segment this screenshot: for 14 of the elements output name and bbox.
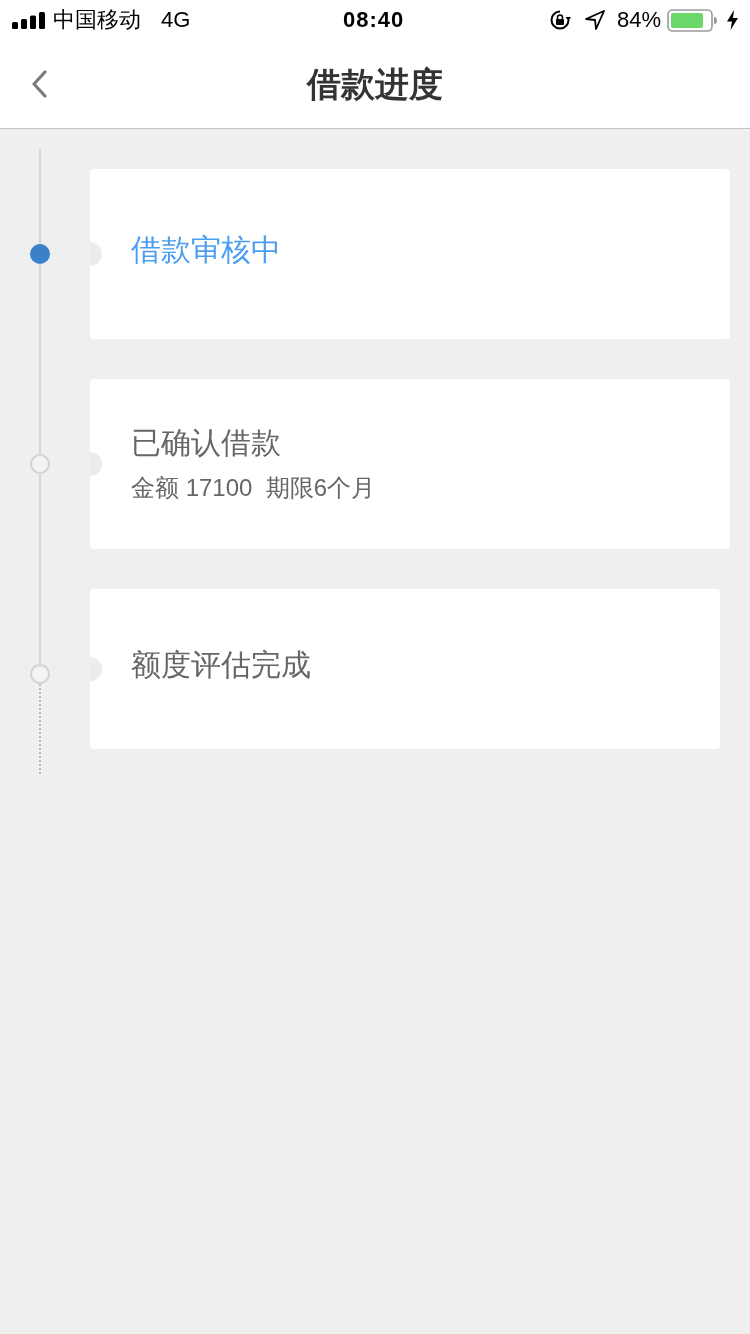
step-title: 借款审核中: [131, 232, 282, 268]
battery-icon: [667, 8, 717, 32]
status-time: 08:40: [343, 9, 405, 31]
step-detail: 金额 17100 期限6个月: [131, 473, 377, 503]
rotation-lock-icon: [548, 9, 571, 31]
battery-percent: 84%: [616, 9, 661, 31]
back-chevron-icon: [31, 70, 47, 98]
step-title: 额度评估完成: [131, 647, 312, 683]
network-type: 4G: [161, 9, 191, 31]
step-title: 已确认借款: [131, 425, 282, 461]
page-title: 借款进度: [307, 67, 443, 101]
carrier-name: 中国移动: [53, 9, 141, 31]
signal-icon: [12, 11, 46, 29]
location-arrow-icon: [584, 10, 605, 30]
